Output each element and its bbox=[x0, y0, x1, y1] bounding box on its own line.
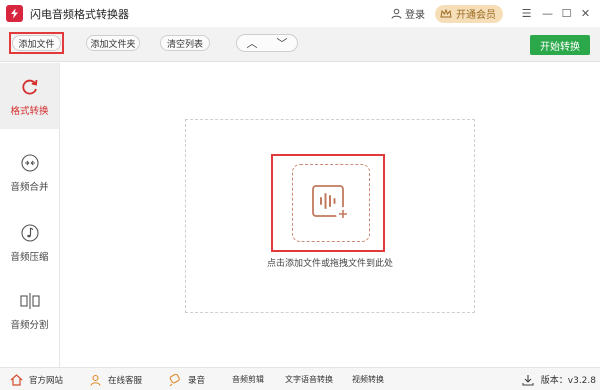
audio-edit-link[interactable]: 音频剪辑 bbox=[232, 368, 264, 390]
microphone-icon bbox=[168, 373, 182, 386]
maximize-button[interactable]: ☐ bbox=[557, 0, 576, 27]
version-label: 版本：v3.2.8 bbox=[540, 376, 596, 386]
merge-icon bbox=[20, 152, 40, 174]
user-icon bbox=[391, 8, 402, 19]
add-file-target[interactable] bbox=[271, 154, 385, 252]
add-file-button[interactable]: 添加文件 bbox=[12, 35, 61, 51]
vip-button[interactable]: 开通会员 bbox=[435, 4, 503, 23]
website-link[interactable]: 官方网站 bbox=[10, 368, 63, 390]
start-convert-button[interactable]: 开始转换 bbox=[530, 35, 590, 55]
sidebar-item-audio-split[interactable]: 音频分割 bbox=[0, 277, 59, 343]
vip-label: 开通会员 bbox=[456, 10, 496, 21]
sidebar: 格式转换 音频合并 音频压缩 音频分割 bbox=[0, 63, 60, 367]
website-label: 官方网站 bbox=[29, 375, 64, 386]
minimize-button[interactable]: — bbox=[538, 0, 557, 27]
video-convert-link[interactable]: 视频转换 bbox=[352, 368, 384, 390]
sidebar-item-label: 音频分割 bbox=[10, 320, 49, 331]
refresh-icon bbox=[20, 76, 40, 98]
text-to-speech-link[interactable]: 文字语音转换 bbox=[285, 368, 333, 390]
menu-icon[interactable]: ☰ bbox=[517, 0, 536, 27]
online-service-label: 在线客服 bbox=[108, 375, 143, 386]
sidebar-item-audio-merge[interactable]: 音频合并 bbox=[0, 139, 59, 205]
online-service-link[interactable]: 在线客服 bbox=[89, 368, 142, 390]
upload-area[interactable] bbox=[292, 164, 370, 242]
version-info: 版本：v3.2.8 bbox=[522, 368, 596, 390]
sidebar-item-audio-compress[interactable]: 音频压缩 bbox=[0, 209, 59, 275]
crown-icon bbox=[440, 8, 452, 19]
move-up-button[interactable]: ︿ bbox=[247, 35, 258, 51]
clear-list-button[interactable]: 清空列表 bbox=[160, 35, 210, 51]
sidebar-item-label: 音频压缩 bbox=[10, 252, 49, 263]
record-link[interactable]: 录音 bbox=[168, 368, 205, 390]
main-area: 点击添加文件或拖拽文件到此处 bbox=[60, 63, 600, 367]
login-label: 登录 bbox=[405, 10, 425, 21]
home-icon bbox=[10, 373, 23, 386]
drop-hint-text: 点击添加文件或拖拽文件到此处 bbox=[266, 259, 393, 269]
split-icon bbox=[19, 290, 41, 312]
toolbar: 添加文件 添加文件夹 清空列表 ︿ ﹀ 开始转换 bbox=[0, 27, 600, 62]
app-title: 闪电音频格式转换器 bbox=[30, 7, 129, 21]
status-bar: 官方网站 在线客服 录音 音频剪辑 文字语音转换 视频转换 版本：v3.2.8 bbox=[0, 367, 600, 390]
app-logo-icon bbox=[6, 5, 23, 22]
login-button[interactable]: 登录 bbox=[391, 6, 425, 21]
customer-service-icon bbox=[89, 374, 102, 386]
audio-file-add-icon bbox=[312, 185, 350, 221]
add-folder-button[interactable]: 添加文件夹 bbox=[86, 35, 140, 51]
title-bar: 闪电音频格式转换器 登录 开通会员 ☰ — ☐ ✕ bbox=[0, 0, 600, 27]
record-label: 录音 bbox=[188, 375, 206, 386]
app-window: 闪电音频格式转换器 登录 开通会员 ☰ — ☐ ✕ 添加文件 添加文件夹 清空列… bbox=[0, 0, 600, 390]
move-buttons: ︿ ﹀ bbox=[236, 34, 298, 52]
music-note-icon bbox=[20, 222, 40, 244]
sidebar-item-format-convert[interactable]: 格式转换 bbox=[0, 63, 59, 129]
close-button[interactable]: ✕ bbox=[576, 0, 595, 27]
download-icon[interactable] bbox=[522, 374, 534, 386]
move-down-button[interactable]: ﹀ bbox=[277, 35, 288, 51]
sidebar-item-label: 格式转换 bbox=[10, 106, 49, 117]
sidebar-item-label: 音频合并 bbox=[10, 182, 49, 193]
